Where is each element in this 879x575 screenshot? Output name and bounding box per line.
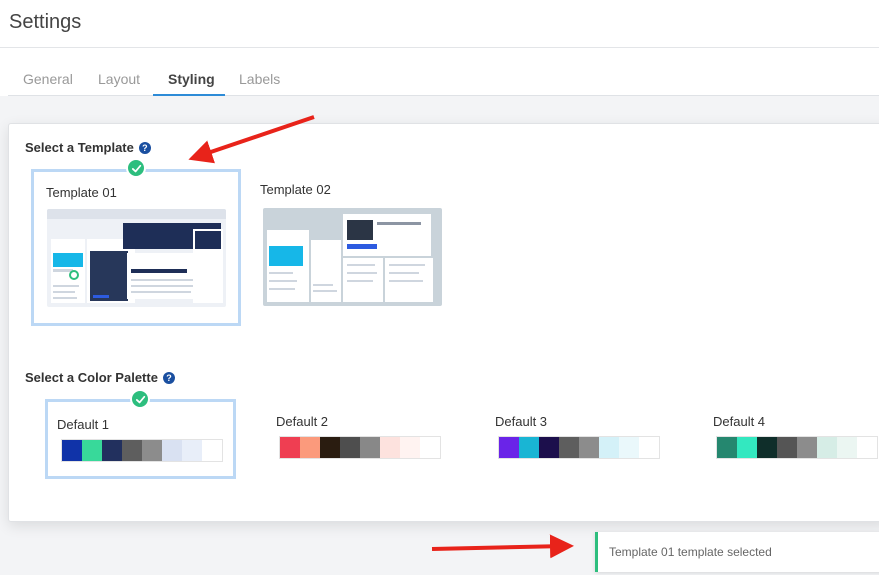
annotation-arrows bbox=[188, 115, 574, 559]
arrow-to-template bbox=[188, 115, 315, 164]
arrow-to-toast bbox=[431, 534, 574, 559]
